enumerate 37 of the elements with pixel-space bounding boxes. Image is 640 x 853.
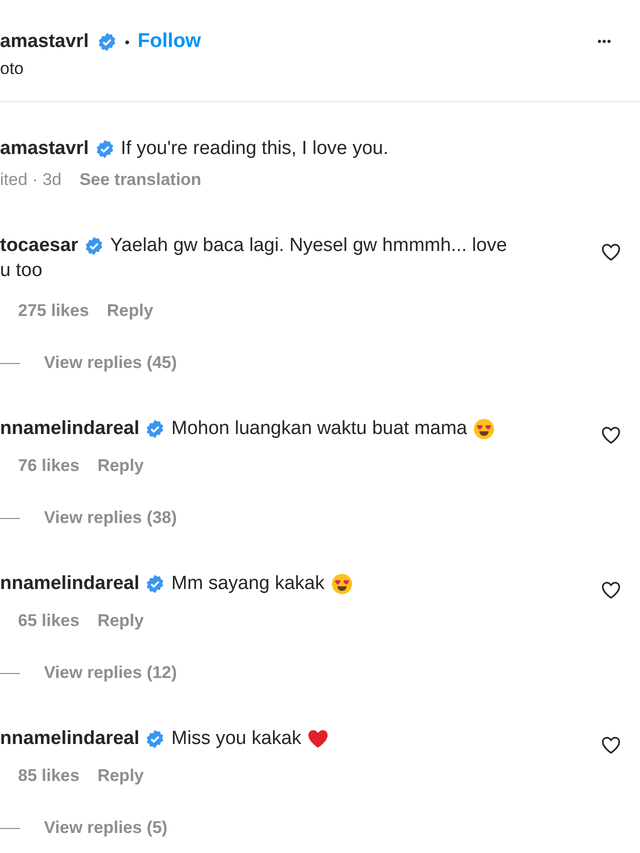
- heart-eyes-face-icon: [473, 418, 496, 440]
- likes-count[interactable]: 76 likes: [18, 456, 80, 476]
- reply-button[interactable]: Reply: [97, 611, 144, 631]
- username[interactable]: amastavrl: [0, 138, 89, 160]
- username[interactable]: nnamelindareal: [0, 573, 140, 595]
- comment-text: Yaelah gw baca lagi. Nyesel gw hmmmh... love: [110, 235, 507, 257]
- more-options-button[interactable]: •••: [597, 36, 612, 48]
- see-translation-link[interactable]: See translation: [79, 170, 202, 190]
- caption-text: If you're reading this, I love you.: [120, 138, 388, 160]
- reply-button[interactable]: Reply: [97, 766, 144, 786]
- like-heart-icon[interactable]: [600, 734, 622, 756]
- follow-button[interactable]: Follow: [138, 30, 201, 53]
- comment-text: Mohon luangkan waktu buat mama: [171, 418, 468, 440]
- like-heart-icon[interactable]: [600, 424, 622, 446]
- comment-text: Miss you kakak: [171, 728, 302, 750]
- like-heart-icon[interactable]: [600, 579, 622, 601]
- likes-count[interactable]: 85 likes: [18, 766, 80, 786]
- view-replies-button[interactable]: View replies (45): [44, 353, 177, 373]
- comment-text: u too: [0, 259, 44, 283]
- like-heart-icon[interactable]: [600, 241, 622, 263]
- comment-text: Mm sayang kakak: [171, 573, 325, 595]
- post-meta: ited · 3d: [0, 170, 62, 190]
- heart-eyes-face-icon: [330, 573, 353, 595]
- likes-count[interactable]: 275 likes: [18, 301, 89, 321]
- username[interactable]: amastavrl: [0, 30, 89, 52]
- view-replies-button[interactable]: View replies (12): [44, 663, 177, 683]
- reply-button[interactable]: Reply: [97, 456, 144, 476]
- username[interactable]: nnamelindareal: [0, 418, 140, 440]
- heart-icon: [307, 728, 330, 750]
- separator-dot: •: [124, 34, 130, 50]
- username[interactable]: tocaesar: [0, 235, 78, 257]
- username[interactable]: nnamelindareal: [0, 728, 140, 750]
- post-subtitle: oto: [0, 59, 25, 79]
- view-replies-button[interactable]: View replies (5): [44, 818, 168, 838]
- likes-count[interactable]: 65 likes: [18, 611, 80, 631]
- reply-button[interactable]: Reply: [106, 301, 154, 321]
- view-replies-button[interactable]: View replies (38): [44, 508, 177, 528]
